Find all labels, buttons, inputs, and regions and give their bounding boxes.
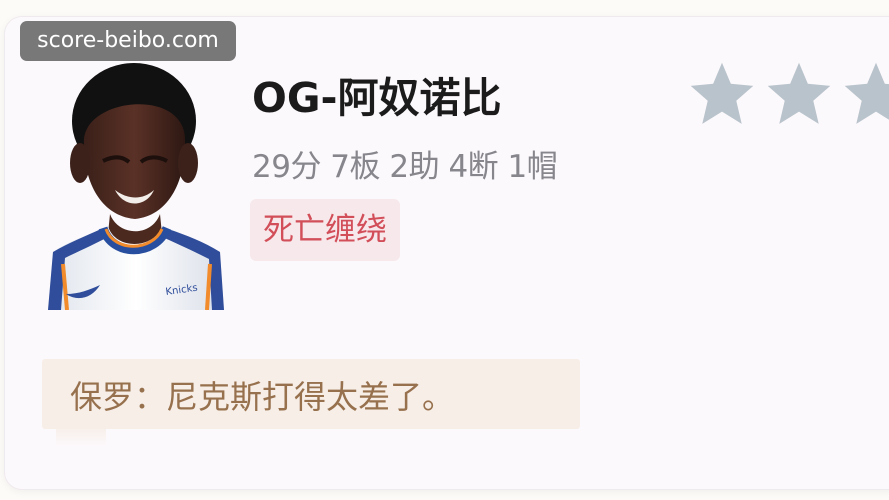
screen: score-beibo.com Knicks OG-阿奴诺比 29分 7板 2助… [0, 0, 889, 500]
watermark-label: score-beibo.com [20, 21, 236, 61]
star-icon[interactable] [842, 58, 889, 130]
player-name: OG-阿奴诺比 [252, 74, 502, 122]
rating-stars[interactable] [688, 58, 889, 138]
player-tag-badge: 死亡缠绕 [250, 199, 400, 261]
quote-tail [56, 429, 106, 447]
comment-quote: 保罗：尼克斯打得太差了。 [42, 359, 580, 429]
star-icon[interactable] [765, 58, 833, 130]
player-avatar-icon: Knicks [48, 63, 224, 310]
player-stats: 29分 7板 2助 4断 1帽 [252, 149, 558, 185]
star-icon[interactable] [688, 58, 756, 130]
